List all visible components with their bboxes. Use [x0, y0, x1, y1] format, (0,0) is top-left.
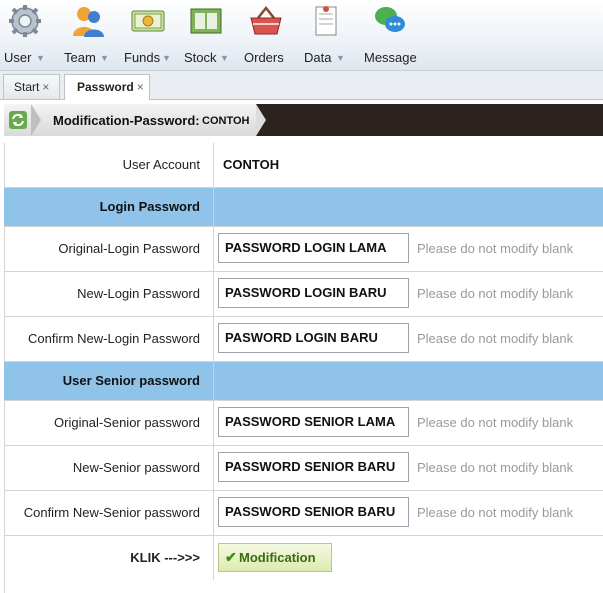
- divider: [213, 401, 214, 445]
- basket-icon: [250, 5, 282, 35]
- gear-icon: [9, 5, 41, 37]
- field-hint: Please do not modify blank: [417, 460, 574, 475]
- tab-label: Password: [77, 80, 134, 94]
- chat-icon: [375, 7, 405, 32]
- stock-icon: [190, 8, 222, 34]
- login-password-section: Login Password: [4, 188, 603, 227]
- tab-label: Start: [14, 80, 40, 94]
- toolbar-label: Data: [304, 50, 332, 65]
- field-hint: Please do not modify blank: [417, 331, 574, 346]
- chevron-down-icon: ▼: [162, 53, 171, 63]
- divider: [213, 491, 214, 535]
- field-label: New-Login Password: [77, 286, 200, 301]
- modification-button[interactable]: ✔ Modification: [218, 543, 332, 572]
- divider: [213, 446, 214, 490]
- breadcrumb-separator: [31, 104, 41, 136]
- new-login-password-input[interactable]: PASSWORD LOGIN BARU: [218, 278, 409, 308]
- field-label: User Account: [122, 157, 200, 172]
- toolbar-label: User: [4, 50, 32, 65]
- toolbar-user[interactable]: User ▼: [0, 0, 50, 70]
- chevron-down-icon: ▼: [100, 53, 109, 63]
- header-arrow: [256, 104, 266, 136]
- toolbar-label: Orders: [244, 50, 284, 65]
- field-label: New-Senior password: [72, 460, 200, 475]
- toolbar-label: Team: [64, 50, 96, 65]
- field-label: Original-Senior password: [54, 415, 200, 430]
- user-account-row: User Account CONTOH: [4, 143, 603, 188]
- divider: [213, 272, 214, 316]
- toolbar-label: Message: [364, 50, 417, 65]
- page-header: Modification-Password: CONTOH: [4, 104, 603, 136]
- confirm-login-password-row: Confirm New-Login Password PASWORD LOGIN…: [4, 317, 603, 362]
- header-breadcrumb: Modification-Password: CONTOH: [4, 104, 256, 136]
- user-account-value: CONTOH: [223, 157, 280, 172]
- tab-bar: Start × Password ×: [0, 71, 603, 100]
- toolbar-label: Funds: [124, 50, 161, 65]
- chevron-down-icon: ▼: [220, 53, 229, 63]
- password-form: User Account CONTOH Login Password Origi…: [4, 143, 603, 580]
- tab-start[interactable]: Start ×: [3, 74, 60, 99]
- senior-password-section: User Senior password: [4, 362, 603, 401]
- toolbar-orders[interactable]: Orders: [242, 0, 290, 70]
- close-icon[interactable]: ×: [42, 80, 49, 94]
- field-hint: Please do not modify blank: [417, 241, 574, 256]
- field-label: Confirm New-Senior password: [23, 505, 200, 520]
- field-hint: Please do not modify blank: [417, 415, 574, 430]
- toolbar-funds[interactable]: Funds ▼: [120, 0, 176, 70]
- field-label: Original-Login Password: [58, 241, 200, 256]
- new-senior-password-input[interactable]: PASSWORD SENIOR BARU: [218, 452, 409, 482]
- header-username: CONTOH: [202, 115, 250, 127]
- confirm-senior-password-row: Confirm New-Senior password PASSWORD SEN…: [4, 491, 603, 536]
- new-senior-password-row: New-Senior password PASSWORD SENIOR BARU…: [4, 446, 603, 491]
- close-icon[interactable]: ×: [137, 80, 144, 94]
- action-row: KLIK --->>> ✔ Modification: [4, 536, 603, 580]
- divider: [213, 143, 214, 187]
- tab-password[interactable]: Password ×: [64, 74, 150, 100]
- main-toolbar: User ▼ Team ▼ Funds ▼ Stock ▼ Orders Dat…: [0, 0, 603, 71]
- section-title: Login Password: [99, 199, 200, 214]
- document-icon: [315, 6, 337, 36]
- klik-label: KLIK --->>>: [130, 550, 200, 565]
- toolbar-data[interactable]: Data ▼: [302, 0, 350, 70]
- new-login-password-row: New-Login Password PASSWORD LOGIN BARU P…: [4, 272, 603, 317]
- original-senior-password-row: Original-Senior password PASSWORD SENIOR…: [4, 401, 603, 446]
- chevron-down-icon: ▼: [336, 53, 345, 63]
- toolbar-stock[interactable]: Stock ▼: [180, 0, 232, 70]
- original-login-password-row: Original-Login Password PASSWORD LOGIN L…: [4, 227, 603, 272]
- chevron-down-icon: ▼: [36, 53, 45, 63]
- divider: [213, 317, 214, 361]
- original-senior-password-input[interactable]: PASSWORD SENIOR LAMA: [218, 407, 409, 437]
- field-hint: Please do not modify blank: [417, 286, 574, 301]
- confirm-login-password-input[interactable]: PASWORD LOGIN BARU: [218, 323, 409, 353]
- divider: [213, 227, 214, 271]
- divider: [213, 536, 214, 580]
- section-title: User Senior password: [62, 373, 200, 388]
- money-icon: [131, 10, 165, 32]
- field-hint: Please do not modify blank: [417, 505, 574, 520]
- confirm-senior-password-input[interactable]: PASSWORD SENIOR BARU: [218, 497, 409, 527]
- toolbar-team[interactable]: Team ▼: [60, 0, 116, 70]
- toolbar-label: Stock: [184, 50, 217, 65]
- field-label: Confirm New-Login Password: [28, 331, 200, 346]
- toolbar-message[interactable]: Message: [362, 0, 418, 70]
- refresh-icon[interactable]: [9, 111, 27, 129]
- divider: [213, 188, 214, 226]
- check-icon: ✔: [225, 549, 237, 565]
- button-label: Modification: [239, 550, 316, 565]
- original-login-password-input[interactable]: PASSWORD LOGIN LAMA: [218, 233, 409, 263]
- divider: [213, 362, 214, 400]
- team-icon: [73, 7, 104, 37]
- page-title: Modification-Password:: [53, 113, 200, 128]
